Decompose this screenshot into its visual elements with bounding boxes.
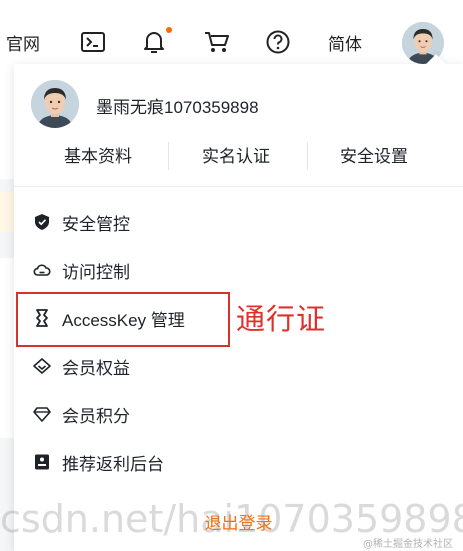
monitor-icon bbox=[33, 453, 51, 471]
security-settings-link[interactable]: 安全设置 bbox=[340, 140, 408, 174]
shield-icon bbox=[33, 213, 51, 231]
menu-item-label: 推荐返利后台 bbox=[62, 454, 164, 474]
background-page-section bbox=[0, 258, 14, 438]
menu-item-label: 会员积分 bbox=[62, 406, 130, 426]
menu-item-security-control[interactable]: 安全管控 bbox=[14, 199, 463, 245]
site-watermark: @稀土掘金技术社区 bbox=[363, 539, 453, 550]
menu-item-referral[interactable]: 推荐返利后台 bbox=[14, 439, 463, 485]
gem-icon bbox=[33, 405, 51, 423]
menu-item-member-benefits[interactable]: 会员权益 bbox=[14, 343, 463, 389]
username: 墨雨无痕1070359898 bbox=[96, 98, 259, 117]
menu-item-label: 会员权益 bbox=[62, 358, 130, 378]
menu-item-member-points[interactable]: 会员积分 bbox=[14, 391, 463, 437]
divider bbox=[307, 142, 308, 170]
background-page bbox=[0, 84, 14, 179]
menu-item-label: 访问控制 bbox=[62, 262, 130, 282]
user-avatar bbox=[31, 80, 79, 128]
menu-item-label: 安全管控 bbox=[62, 214, 130, 234]
notification-dot bbox=[166, 27, 172, 33]
diamond-icon bbox=[33, 357, 51, 375]
divider bbox=[14, 186, 463, 187]
background-notice bbox=[0, 192, 14, 232]
real-name-link[interactable]: 实名认证 bbox=[202, 140, 270, 174]
quick-links: 基本资料 实名认证 安全设置 bbox=[14, 140, 463, 174]
profile-link[interactable]: 基本资料 bbox=[64, 140, 132, 174]
annotation-label: 通行证 bbox=[236, 302, 327, 336]
cloud-icon bbox=[33, 261, 51, 279]
menu-item-access-control[interactable]: 访问控制 bbox=[14, 247, 463, 293]
divider bbox=[168, 142, 169, 170]
annotation-highlight-box bbox=[16, 292, 230, 347]
